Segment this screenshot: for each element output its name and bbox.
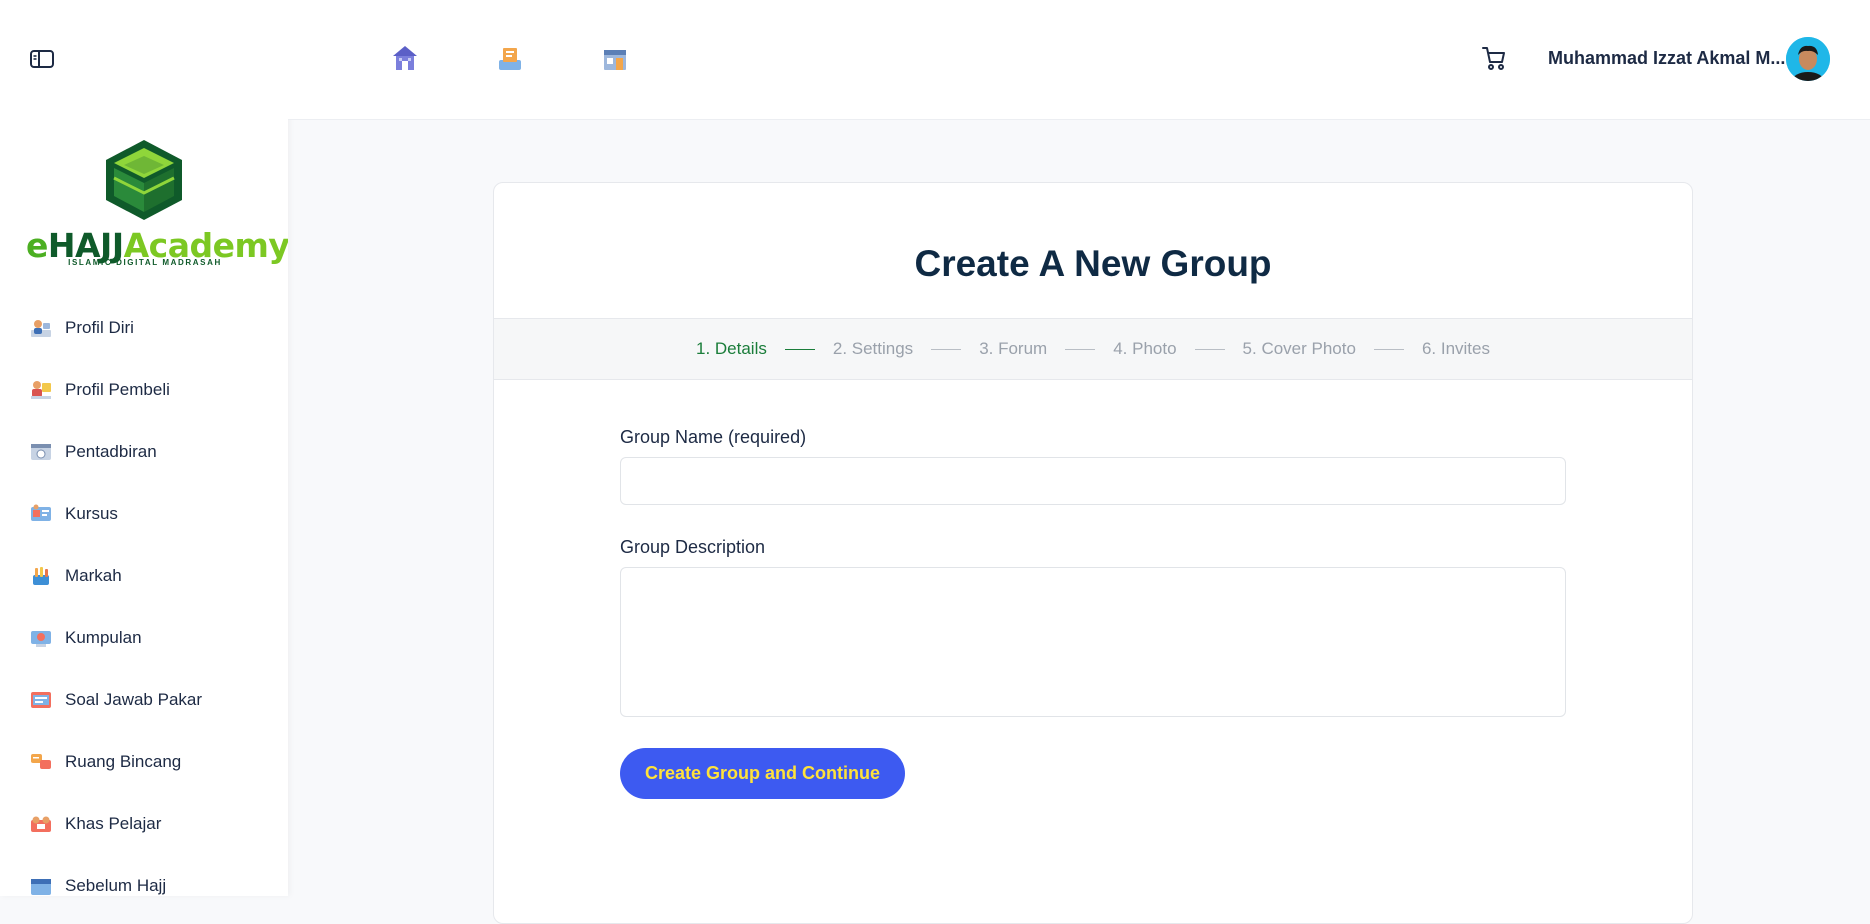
sidebar-item-soal-jawab-pakar[interactable]: Soal Jawab Pakar (30, 680, 270, 720)
buyer-profile-icon (31, 381, 51, 399)
group-name-input[interactable] (620, 457, 1566, 505)
user-avatar-icon (1786, 37, 1830, 81)
step-connector (1373, 348, 1404, 350)
sidebar-item-markah[interactable]: Markah (30, 556, 270, 596)
sidebar-item-sebelum-hajj[interactable]: Sebelum Hajj (30, 866, 270, 896)
step-connector (931, 348, 962, 350)
kaaba-logo-icon (106, 140, 182, 220)
brand-tagline: ISLAMIC DIGITAL MADRASAH (68, 258, 222, 267)
sidebar-item-khas-pelajar[interactable]: Khas Pelajar (30, 804, 270, 844)
student-icon (31, 816, 51, 832)
group-description-textarea[interactable] (620, 567, 1566, 717)
wizard-steps: 1. Details 2. Settings 3. Forum 4. Photo… (494, 318, 1692, 380)
sidebar-item-ruang-bincang[interactable]: Ruang Bincang (30, 742, 270, 782)
courses-icon (31, 504, 51, 521)
calendar-icon (31, 879, 51, 895)
administration-icon (31, 444, 51, 460)
user-name[interactable]: Muhammad Izzat Akmal M... (1548, 48, 1785, 69)
cart-icon[interactable] (1480, 44, 1508, 72)
home-icon[interactable] (392, 44, 418, 72)
sidebar: eHAJJAcademy ISLAMIC DIGITAL MADRASAH Pr… (0, 0, 288, 896)
discussion-icon (31, 754, 51, 769)
groups-icon (31, 631, 51, 647)
sidebar-item-kumpulan[interactable]: Kumpulan (30, 618, 270, 658)
step-invites[interactable]: 6. Invites (1422, 339, 1490, 359)
profile-icon (31, 320, 51, 337)
sidebar-item-kursus[interactable]: Kursus (30, 494, 270, 534)
step-photo[interactable]: 4. Photo (1113, 339, 1176, 359)
brand-logo[interactable]: eHAJJAcademy ISLAMIC DIGITAL MADRASAH (26, 138, 288, 272)
sidebar-item-profil-diri[interactable]: Profil Diri (30, 308, 270, 348)
sidebar-item-profil-pembeli[interactable]: Profil Pembeli (30, 370, 270, 410)
marks-icon (33, 567, 49, 585)
create-group-card: Create A New Group 1. Details 2. Setting… (493, 182, 1693, 924)
step-connector (1065, 348, 1096, 350)
step-connector (784, 348, 815, 350)
avatar[interactable] (1786, 37, 1830, 81)
create-group-button[interactable]: Create Group and Continue (620, 748, 905, 799)
page-title: Create A New Group (914, 243, 1272, 284)
group-description-label: Group Description (620, 537, 766, 557)
step-cover-photo[interactable]: 5. Cover Photo (1243, 339, 1356, 359)
step-details[interactable]: 1. Details (696, 339, 767, 359)
step-connector (1194, 348, 1225, 350)
library-icon[interactable] (497, 44, 523, 72)
group-name-label: Group Name (required) (620, 427, 807, 447)
step-settings[interactable]: 2. Settings (833, 339, 913, 359)
sidebar-toggle-icon[interactable] (30, 49, 54, 69)
store-icon[interactable] (602, 44, 628, 72)
step-forum[interactable]: 3. Forum (979, 339, 1047, 359)
expert-qa-icon (31, 692, 51, 708)
sidebar-item-pentadbiran[interactable]: Pentadbiran (30, 432, 270, 472)
top-bar: Muhammad Izzat Akmal M... (288, 0, 1870, 120)
